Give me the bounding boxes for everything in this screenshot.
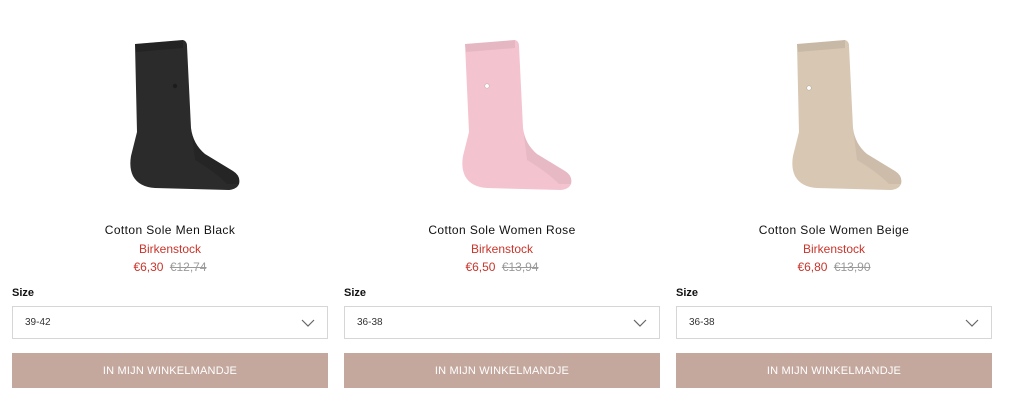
product-card: Cotton Sole Women Beige Birkenstock €6,8…	[676, 0, 992, 403]
chevron-down-icon	[633, 319, 647, 327]
original-price: €13,94	[501, 260, 539, 274]
chevron-down-icon	[965, 319, 979, 327]
size-select-value: 36-38	[357, 317, 383, 328]
product-grid: Cotton Sole Men Black Birkenstock €6,30 …	[12, 0, 992, 403]
add-to-cart-button[interactable]: IN MIJN WINKELMANDJE	[676, 353, 992, 388]
product-image[interactable]	[676, 36, 992, 206]
original-price: €13,90	[833, 260, 871, 274]
current-price: €6,30	[133, 260, 164, 274]
size-label: Size	[12, 287, 35, 299]
product-brand[interactable]: Birkenstock	[676, 242, 992, 256]
product-brand[interactable]: Birkenstock	[344, 242, 660, 256]
sock-image	[792, 40, 902, 190]
product-image[interactable]	[12, 36, 328, 206]
size-label: Size	[676, 287, 699, 299]
current-price: €6,80	[797, 260, 828, 274]
product-prices: €6,30 €12,74	[12, 260, 328, 274]
original-price: €12,74	[169, 260, 207, 274]
product-prices: €6,80 €13,90	[676, 260, 992, 274]
product-image[interactable]	[344, 36, 660, 206]
size-select[interactable]: 36-38	[676, 306, 992, 339]
product-title[interactable]: Cotton Sole Women Rose	[344, 223, 660, 237]
current-price: €6,50	[465, 260, 496, 274]
size-label: Size	[344, 287, 367, 299]
add-to-cart-button[interactable]: IN MIJN WINKELMANDJE	[12, 353, 328, 388]
sock-image	[130, 40, 240, 190]
sock-image	[462, 40, 572, 190]
chevron-down-icon	[301, 319, 315, 327]
size-select[interactable]: 39-42	[12, 306, 328, 339]
product-title[interactable]: Cotton Sole Women Beige	[676, 223, 992, 237]
product-brand[interactable]: Birkenstock	[12, 242, 328, 256]
size-select-value: 36-38	[689, 317, 715, 328]
product-title[interactable]: Cotton Sole Men Black	[12, 223, 328, 237]
size-select-value: 39-42	[25, 317, 51, 328]
add-to-cart-button[interactable]: IN MIJN WINKELMANDJE	[344, 353, 660, 388]
product-prices: €6,50 €13,94	[344, 260, 660, 274]
product-card: Cotton Sole Men Black Birkenstock €6,30 …	[12, 0, 328, 403]
product-card: Cotton Sole Women Rose Birkenstock €6,50…	[344, 0, 660, 403]
size-select[interactable]: 36-38	[344, 306, 660, 339]
